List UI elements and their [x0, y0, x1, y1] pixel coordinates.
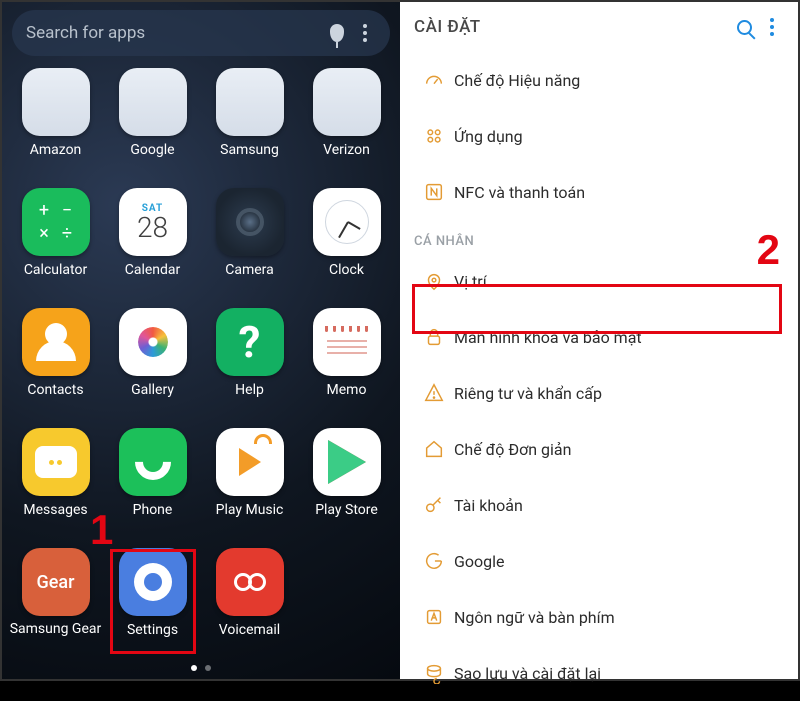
settings-screen: CÀI ĐẶT Chế độ Hiệu năng Ứng dụng NFC và…	[400, 2, 798, 679]
app-memo[interactable]: Memo	[299, 308, 394, 426]
app-samsung[interactable]: Samsung	[202, 68, 297, 186]
contacts-icon	[22, 308, 90, 376]
key-icon	[423, 494, 445, 516]
more-options-icon[interactable]	[758, 18, 786, 36]
page-indicator	[2, 665, 400, 671]
clock-icon	[313, 188, 381, 256]
messages-icon	[22, 428, 90, 496]
app-amazon[interactable]: Amazon	[8, 68, 103, 186]
grid-icon	[423, 125, 445, 147]
calculator-icon: +−×÷	[22, 188, 90, 256]
folder-icon	[22, 68, 90, 136]
folder-icon	[216, 68, 284, 136]
settings-section-personal: CÁ NHÂN	[400, 220, 798, 253]
more-options-icon[interactable]	[354, 24, 376, 42]
app-search-bar[interactable]: Search for apps	[12, 10, 390, 56]
gallery-icon	[119, 308, 187, 376]
settings-item-location[interactable]: Vị trí	[400, 253, 798, 309]
play-store-icon	[313, 428, 381, 496]
settings-item-privacy[interactable]: Riêng tư và khẩn cấp	[400, 365, 798, 421]
voicemail-icon	[216, 548, 284, 616]
app-play-music[interactable]: Play Music	[202, 428, 297, 546]
settings-item-accounts[interactable]: Tài khoản	[400, 477, 798, 533]
lock-icon	[423, 326, 445, 348]
settings-item-nfc[interactable]: NFC và thanh toán	[400, 164, 798, 220]
app-verizon[interactable]: Verizon	[299, 68, 394, 186]
settings-item-google[interactable]: Google	[400, 533, 798, 589]
search-placeholder: Search for apps	[26, 23, 320, 43]
app-help[interactable]: ?Help	[202, 308, 297, 426]
nfc-icon	[423, 181, 445, 203]
gauge-icon	[423, 69, 445, 91]
app-voicemail[interactable]: Voicemail	[202, 548, 297, 666]
app-clock[interactable]: Clock	[299, 188, 394, 306]
app-google[interactable]: Google	[105, 68, 200, 186]
calendar-icon: SAT28	[119, 188, 187, 256]
tutorial-split-view: Search for apps Amazon Google Samsung Ve…	[0, 0, 800, 681]
app-camera[interactable]: Camera	[202, 188, 297, 306]
app-samsung-gear[interactable]: GearSamsung Gear	[8, 548, 103, 666]
settings-item-apps[interactable]: Ứng dụng	[400, 108, 798, 164]
settings-item-easy-mode[interactable]: Chế độ Đơn giản	[400, 421, 798, 477]
location-icon	[423, 270, 445, 292]
google-icon	[423, 550, 445, 572]
play-music-icon	[216, 428, 284, 496]
camera-icon	[216, 188, 284, 256]
help-icon: ?	[216, 308, 284, 376]
app-grid: Amazon Google Samsung Verizon +−×÷Calcul…	[2, 62, 400, 666]
app-drawer-screen: Search for apps Amazon Google Samsung Ve…	[2, 2, 400, 679]
folder-icon	[313, 68, 381, 136]
language-icon	[423, 606, 445, 628]
app-messages[interactable]: Messages	[8, 428, 103, 546]
app-play-store[interactable]: Play Store	[299, 428, 394, 546]
app-phone[interactable]: Phone	[105, 428, 200, 546]
app-settings[interactable]: Settings	[105, 548, 200, 666]
app-contacts[interactable]: Contacts	[8, 308, 103, 426]
app-gallery[interactable]: Gallery	[105, 308, 200, 426]
gear-app-icon: Gear	[22, 548, 90, 616]
memo-icon	[313, 308, 381, 376]
settings-item-lock-security[interactable]: Màn hình khóa và bảo mật	[400, 309, 798, 365]
settings-header: CÀI ĐẶT	[400, 2, 798, 52]
app-calendar[interactable]: SAT28Calendar	[105, 188, 200, 306]
settings-title: CÀI ĐẶT	[414, 17, 730, 37]
settings-item-language[interactable]: Ngôn ngữ và bàn phím	[400, 589, 798, 645]
settings-icon	[119, 548, 187, 616]
search-icon[interactable]	[730, 20, 758, 35]
settings-item-backup[interactable]: Sao lưu và cài đặt lại	[400, 645, 798, 701]
phone-icon	[119, 428, 187, 496]
folder-icon	[119, 68, 187, 136]
settings-item-performance[interactable]: Chế độ Hiệu năng	[400, 52, 798, 108]
alert-icon	[423, 382, 445, 404]
voice-search-icon[interactable]	[326, 24, 348, 42]
app-calculator[interactable]: +−×÷Calculator	[8, 188, 103, 306]
home-icon	[423, 438, 445, 460]
